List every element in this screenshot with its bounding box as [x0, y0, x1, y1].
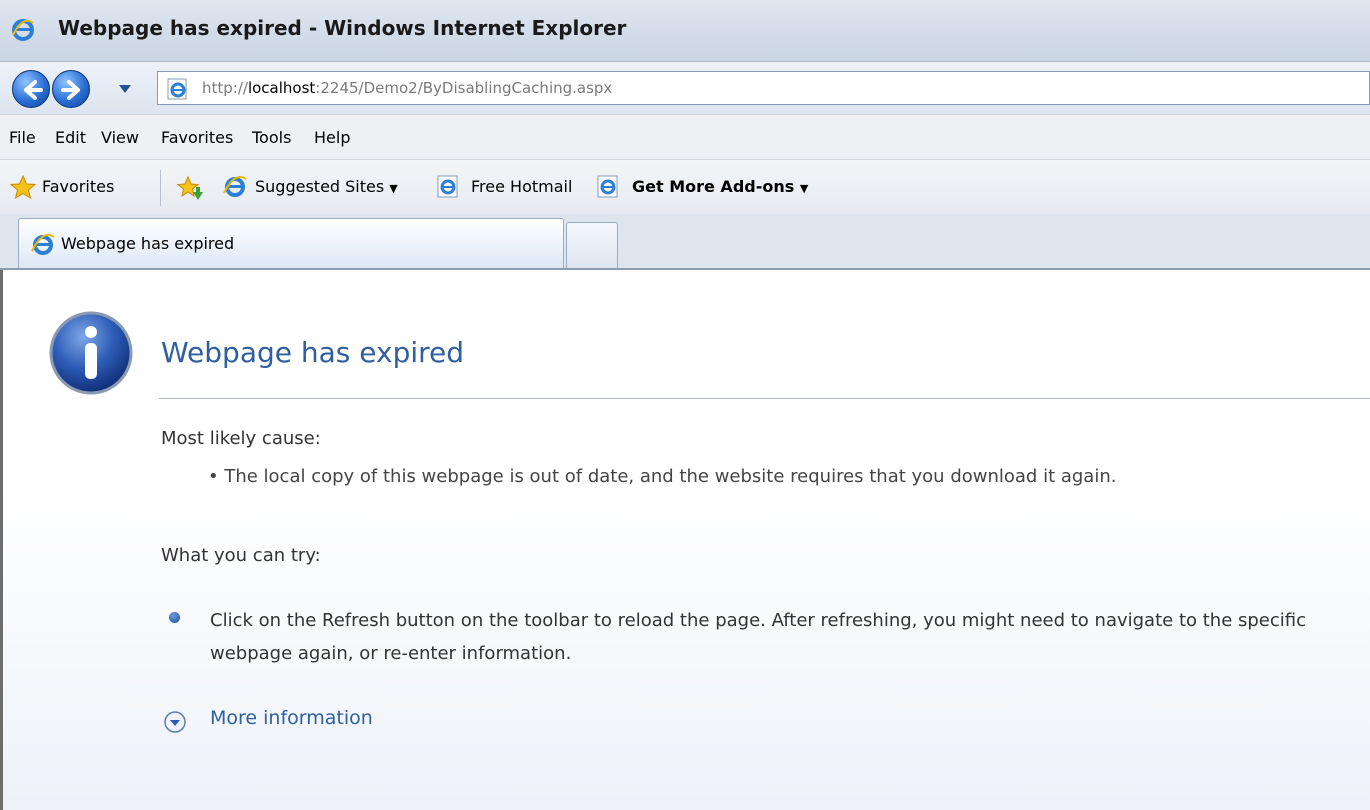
url-prefix: http://	[202, 79, 248, 97]
menu-file[interactable]: File	[9, 128, 36, 147]
add-to-favorites-bar-icon[interactable]	[176, 175, 204, 201]
try-refresh-text: Click on the Refresh button on the toolb…	[210, 610, 1307, 664]
page-title: Webpage has expired	[161, 336, 465, 369]
cause-bullet: • The local copy of this webpage is out …	[208, 466, 1117, 487]
favorites-bar: Favorites Suggested Sites ▼ Free Hotmail…	[0, 160, 1370, 214]
forward-button[interactable]	[52, 70, 90, 108]
tab-webpage-expired[interactable]: Webpage has expired	[18, 218, 564, 268]
cause-label: Most likely cause:	[161, 428, 321, 449]
tab-bar: Webpage has expired	[0, 214, 1370, 270]
menu-view[interactable]: View	[101, 128, 139, 147]
window-title: Webpage has expired - Windows Internet E…	[58, 16, 627, 40]
menu-edit[interactable]: Edit	[55, 128, 86, 147]
recent-pages-dropdown-icon[interactable]	[118, 84, 132, 94]
more-information-link[interactable]: More information	[210, 707, 373, 729]
internet-explorer-icon	[12, 19, 34, 41]
try-label: What you can try:	[161, 545, 321, 566]
url-host: localhost	[247, 79, 316, 97]
favorites-button[interactable]: Favorites	[42, 177, 114, 196]
free-hotmail-icon	[437, 175, 458, 198]
tab-label: Webpage has expired	[61, 234, 235, 253]
suggested-sites-label: Suggested Sites	[255, 177, 385, 196]
menu-bar: File Edit View Favorites Tools Help	[0, 114, 1370, 160]
back-arrow-icon	[24, 80, 43, 100]
address-url: http://localhost:2245/Demo2/ByDisablingC…	[202, 79, 612, 97]
page-icon	[167, 78, 187, 100]
favorites-separator	[160, 170, 161, 206]
url-path: :2245/Demo2/ByDisablingCaching.aspx	[315, 79, 613, 97]
title-bar: Webpage has expired - Windows Internet E…	[0, 0, 1370, 62]
divider	[159, 398, 1370, 399]
forward-arrow-icon	[61, 80, 80, 100]
page-content: Webpage has expired Most likely cause: •…	[0, 270, 1370, 810]
favorites-star-icon[interactable]	[10, 175, 36, 199]
menu-help[interactable]: Help	[314, 128, 350, 147]
new-tab-button[interactable]	[566, 222, 618, 268]
chevron-down-icon: ▼	[799, 182, 809, 195]
back-button[interactable]	[12, 70, 50, 108]
free-hotmail-link[interactable]: Free Hotmail	[471, 177, 572, 196]
navigation-bar: http://localhost:2245/Demo2/ByDisablingC…	[0, 62, 1370, 114]
suggested-sites-link[interactable]: Suggested Sites ▼	[255, 177, 398, 196]
info-icon	[49, 311, 133, 395]
get-addons-icon	[597, 175, 618, 198]
chevron-down-circle-icon[interactable]	[163, 710, 187, 734]
menu-favorites[interactable]: Favorites	[161, 128, 233, 147]
address-bar[interactable]: http://localhost:2245/Demo2/ByDisablingC…	[157, 71, 1370, 105]
get-addons-link[interactable]: Get More Add-ons ▼	[632, 177, 808, 196]
chevron-down-icon: ▼	[389, 182, 398, 195]
bullet-dot-icon	[169, 612, 180, 623]
suggested-sites-icon	[223, 175, 247, 197]
tab-ie-icon	[31, 233, 55, 255]
get-addons-label: Get More Add-ons	[632, 177, 795, 196]
menu-tools[interactable]: Tools	[252, 128, 291, 147]
